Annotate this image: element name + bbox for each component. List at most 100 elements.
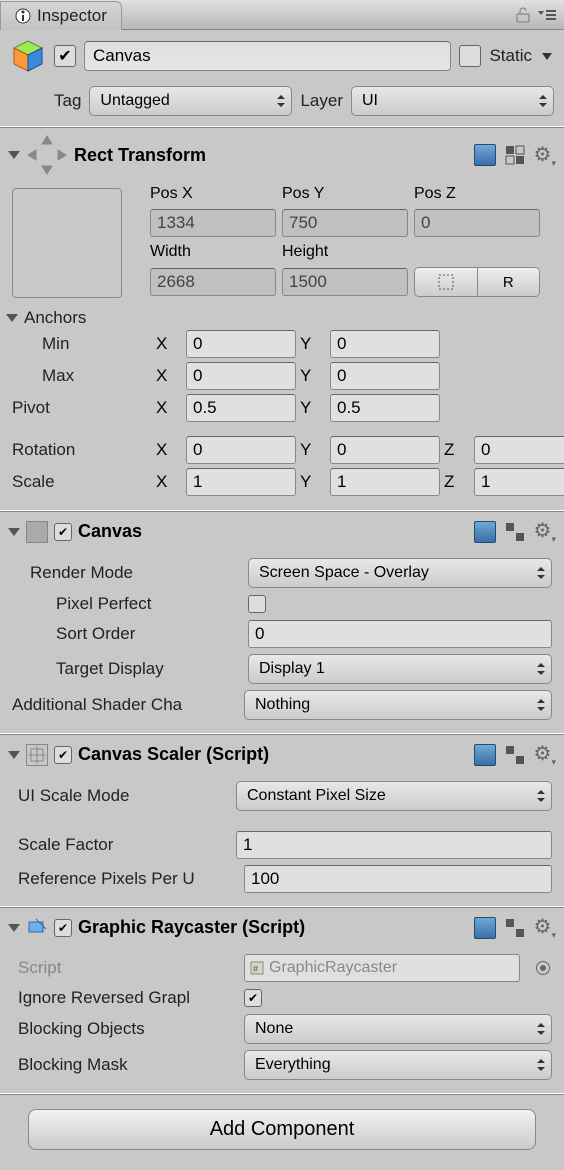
foldout-icon[interactable]	[8, 924, 20, 932]
raw-mode-button[interactable]: R	[478, 268, 540, 296]
addl-shader-dropdown[interactable]: Nothing	[244, 690, 552, 720]
scale-z[interactable]	[474, 468, 564, 496]
canvas-body: Render Mode Screen Space - Overlay Pixel…	[0, 551, 564, 733]
pivot-y[interactable]	[330, 394, 440, 422]
graphic-raycaster-enabled-checkbox[interactable]: ✔	[54, 919, 72, 937]
help-icon[interactable]	[474, 144, 496, 166]
pixel-perfect-checkbox[interactable]	[248, 595, 266, 613]
foldout-icon[interactable]	[8, 528, 20, 536]
preset-icon[interactable]	[504, 521, 526, 543]
z-label: Z	[444, 440, 470, 460]
posy-label: Pos Y	[282, 185, 408, 203]
y-label: Y	[300, 366, 326, 386]
static-label: Static	[489, 46, 532, 66]
render-mode-dropdown[interactable]: Screen Space - Overlay	[248, 558, 552, 588]
preset-icon[interactable]	[504, 744, 526, 766]
posz-label: Pos Z	[414, 185, 540, 203]
scale-factor-input[interactable]	[236, 831, 552, 859]
info-icon	[15, 8, 31, 24]
posx-input[interactable]	[150, 209, 276, 237]
anchor-min-x[interactable]	[186, 330, 296, 358]
pivot-x[interactable]	[186, 394, 296, 422]
foldout-icon[interactable]	[8, 751, 20, 759]
layer-value: UI	[362, 92, 378, 110]
height-label: Height	[282, 243, 408, 261]
y-label: Y	[300, 334, 326, 354]
blocking-objects-dropdown[interactable]: None	[244, 1014, 552, 1044]
gear-icon[interactable]: ⚙▾	[534, 741, 556, 768]
layer-dropdown[interactable]: UI	[351, 86, 554, 116]
x-label: X	[156, 398, 182, 418]
blocking-objects-value: None	[255, 1020, 293, 1038]
preset-icon[interactable]	[504, 917, 526, 939]
ui-scale-mode-dropdown[interactable]: Constant Pixel Size	[236, 781, 552, 811]
script-field: # GraphicRaycaster	[244, 954, 520, 982]
foldout-icon[interactable]	[8, 151, 20, 159]
canvas-scaler-icon	[26, 744, 48, 766]
x-label: X	[156, 440, 182, 460]
gear-icon[interactable]: ⚙▾	[534, 914, 556, 941]
anchor-max-y[interactable]	[330, 362, 440, 390]
ignore-reversed-label: Ignore Reversed Grapl	[18, 988, 236, 1008]
ref-ppu-input[interactable]	[244, 865, 552, 893]
canvas-scaler-header: ✔ Canvas Scaler (Script) ⚙▾	[0, 735, 564, 774]
help-icon[interactable]	[474, 917, 496, 939]
ui-scale-mode-label: UI Scale Mode	[18, 786, 228, 806]
sort-order-input[interactable]	[248, 620, 552, 648]
addl-shader-label: Additional Shader Cha	[12, 695, 244, 715]
render-mode-label: Render Mode	[30, 563, 240, 583]
help-icon[interactable]	[474, 521, 496, 543]
add-component-button[interactable]: Add Component	[28, 1109, 536, 1150]
canvas-scaler-enabled-checkbox[interactable]: ✔	[54, 746, 72, 764]
anchor-max-x[interactable]	[186, 362, 296, 390]
canvas-icon	[26, 521, 48, 543]
rect-transform-icon	[26, 134, 68, 176]
rot-x[interactable]	[186, 436, 296, 464]
pivot-label: Pivot	[12, 398, 152, 418]
height-input[interactable]	[282, 268, 408, 296]
gameobject-active-checkbox[interactable]: ✔	[54, 45, 76, 67]
object-picker-icon[interactable]	[536, 961, 550, 975]
rot-y[interactable]	[330, 436, 440, 464]
rot-z[interactable]	[474, 436, 564, 464]
blueprint-mode-button[interactable]	[415, 268, 478, 296]
canvas-scaler-title: Canvas Scaler (Script)	[78, 744, 269, 765]
posz-input[interactable]	[414, 209, 540, 237]
tab-controls	[516, 7, 564, 23]
static-dropdown-arrow[interactable]	[540, 51, 554, 61]
posy-input[interactable]	[282, 209, 408, 237]
static-checkbox[interactable]	[459, 45, 481, 67]
graphic-raycaster-icon	[26, 917, 48, 939]
help-icon[interactable]	[474, 744, 496, 766]
preset-icon[interactable]	[504, 144, 526, 166]
tab-menu-icon[interactable]	[536, 8, 556, 22]
rotation-label: Rotation	[12, 440, 152, 460]
lock-icon[interactable]	[516, 7, 530, 23]
scale-x[interactable]	[186, 468, 296, 496]
scale-y[interactable]	[330, 468, 440, 496]
posx-label: Pos X	[150, 185, 276, 203]
blueprint-raw-buttons: R	[414, 267, 540, 297]
gear-icon[interactable]: ⚙▾	[534, 518, 556, 545]
gear-icon[interactable]: ⚙▾	[534, 142, 556, 169]
width-input[interactable]	[150, 268, 276, 296]
y-label: Y	[300, 440, 326, 460]
canvas-title: Canvas	[78, 521, 142, 542]
scale-label: Scale	[12, 472, 152, 492]
gameobject-icon[interactable]	[10, 38, 46, 74]
anchors-foldout[interactable]	[6, 314, 18, 322]
tag-dropdown[interactable]: Untagged	[89, 86, 292, 116]
canvas-enabled-checkbox[interactable]: ✔	[54, 523, 72, 541]
tag-layer-row: Tag Untagged Layer UI	[0, 82, 564, 126]
anchor-preset-button[interactable]	[12, 188, 122, 298]
ignore-reversed-checkbox[interactable]: ✔	[244, 989, 262, 1007]
graphic-raycaster-title: Graphic Raycaster (Script)	[78, 917, 305, 938]
y-label: Y	[300, 398, 326, 418]
target-display-dropdown[interactable]: Display 1	[248, 654, 552, 684]
gameobject-header: ✔ Static	[0, 30, 564, 82]
blocking-mask-dropdown[interactable]: Everything	[244, 1050, 552, 1080]
render-mode-value: Screen Space - Overlay	[259, 564, 429, 582]
gameobject-name-input[interactable]	[84, 41, 451, 71]
inspector-tab[interactable]: Inspector	[0, 1, 122, 30]
anchor-min-y[interactable]	[330, 330, 440, 358]
